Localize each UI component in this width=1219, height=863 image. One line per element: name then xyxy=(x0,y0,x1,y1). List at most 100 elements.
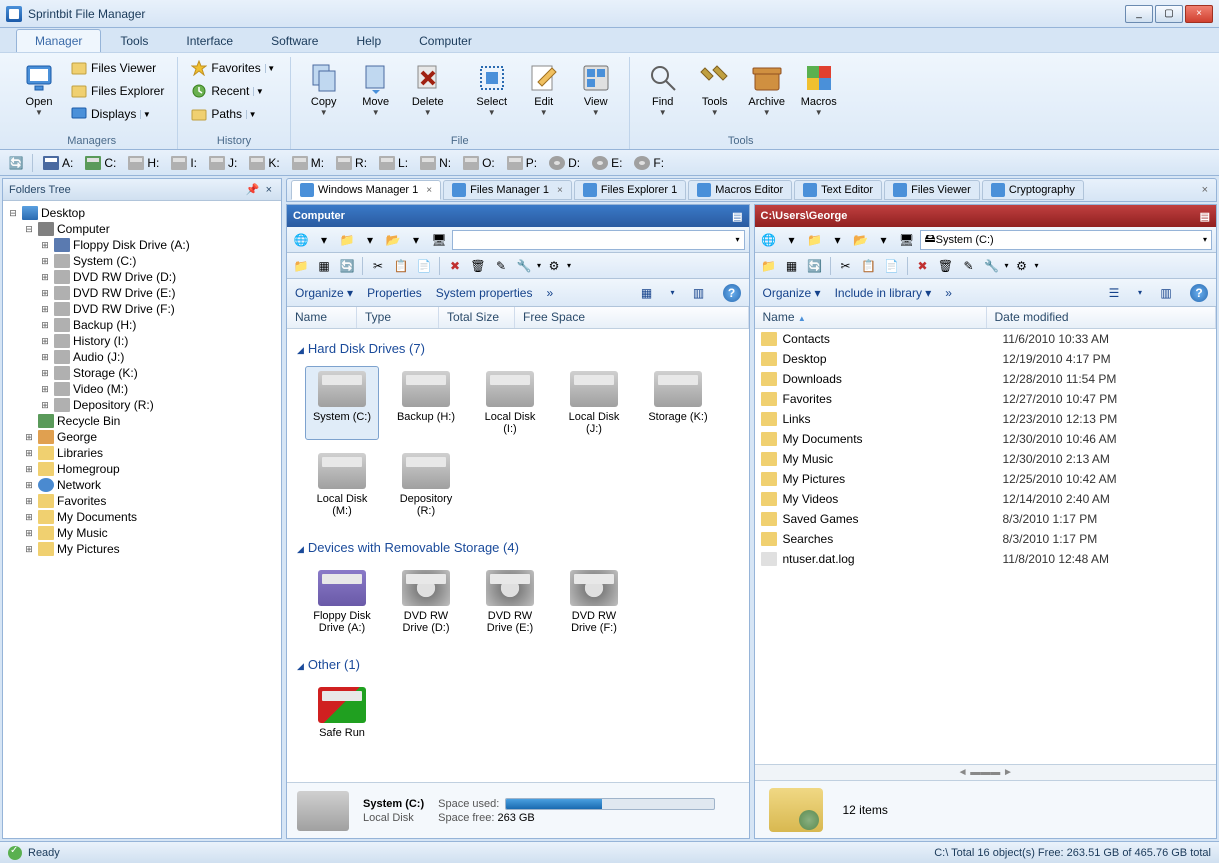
file-row[interactable]: My Music12/30/2010 2:13 AM xyxy=(755,449,1217,469)
dropdown-icon[interactable]: ▾ xyxy=(828,230,848,250)
recent-button[interactable]: Recent▼ xyxy=(186,80,281,102)
tree-node[interactable]: ⊞System (C:) xyxy=(5,253,279,269)
expand-icon[interactable]: ⊞ xyxy=(39,336,51,347)
drive-tile[interactable]: DVD RW Drive (F:) xyxy=(557,565,631,639)
view-button[interactable]: View▼ xyxy=(571,57,621,122)
tabs-close-all[interactable]: × xyxy=(1198,184,1212,196)
drive-D[interactable]: D: xyxy=(545,154,584,172)
edit-button[interactable]: Edit▼ xyxy=(519,57,569,122)
expand-icon[interactable]: ⊞ xyxy=(39,272,51,283)
tree-node[interactable]: ⊞My Music xyxy=(5,525,279,541)
file-row[interactable]: ntuser.dat.log11/8/2010 12:48 AM xyxy=(755,549,1217,569)
drive-E[interactable]: E: xyxy=(588,154,626,172)
drive-H[interactable]: H: xyxy=(124,154,163,172)
doc-tab[interactable]: Cryptography xyxy=(982,180,1084,200)
files-explorer-button[interactable]: Files Explorer xyxy=(66,80,169,102)
archive-button[interactable]: Archive▼ xyxy=(742,57,792,122)
drive-A[interactable]: A: xyxy=(39,154,77,172)
macros-button[interactable]: Macros▼ xyxy=(794,57,844,122)
section-header[interactable]: ◢Other (1) xyxy=(297,651,739,678)
expand-icon[interactable]: ⊞ xyxy=(23,528,35,539)
drive-tile[interactable]: Storage (K:) xyxy=(641,366,715,440)
organize-menu[interactable]: Organize ▾ xyxy=(763,286,821,300)
up-folder-icon[interactable]: 📂 xyxy=(383,230,403,250)
expand-icon[interactable]: ⊞ xyxy=(39,352,51,363)
drive-F[interactable]: F: xyxy=(630,154,668,172)
drive-O[interactable]: O: xyxy=(459,154,499,172)
col-free-space[interactable]: Free Space xyxy=(515,307,749,328)
col-name[interactable]: Name xyxy=(287,307,357,328)
favorites-button[interactable]: Favorites▼ xyxy=(186,57,281,79)
file-row[interactable]: Searches8/3/2010 1:17 PM xyxy=(755,529,1217,549)
tree-node[interactable]: ⊞DVD RW Drive (F:) xyxy=(5,301,279,317)
file-row[interactable]: Contacts11/6/2010 10:33 AM xyxy=(755,329,1217,349)
select-button[interactable]: Select▼ xyxy=(467,57,517,122)
browser-icon[interactable]: 🌐 xyxy=(759,230,779,250)
trash-icon[interactable]: 🗑 xyxy=(468,256,488,276)
computer-icon[interactable]: 🖥 xyxy=(429,230,449,250)
drive-R[interactable]: R: xyxy=(332,154,371,172)
section-header[interactable]: ◢Devices with Removable Storage (4) xyxy=(297,534,739,561)
tree-node[interactable]: ⊞Backup (H:) xyxy=(5,317,279,333)
tree-node[interactable]: ⊟Computer xyxy=(5,221,279,237)
doc-tab[interactable]: Text Editor xyxy=(794,180,882,200)
doc-tab[interactable]: Files Viewer xyxy=(884,180,980,200)
tree-node[interactable]: ⊞Network xyxy=(5,477,279,493)
cut-icon[interactable]: ✂ xyxy=(368,256,388,276)
refresh-icon[interactable]: 🔄 xyxy=(337,256,357,276)
include-library-menu[interactable]: Include in library ▾ xyxy=(835,286,932,300)
expand-icon[interactable]: ⊞ xyxy=(39,304,51,315)
view-toggle-icon[interactable]: ▦ xyxy=(636,283,656,303)
properties-menu[interactable]: Properties xyxy=(367,286,422,300)
doc-tab[interactable]: Windows Manager 1× xyxy=(291,180,441,200)
expand-icon[interactable]: ⊞ xyxy=(39,240,51,251)
view-toggle-icon[interactable]: ☰ xyxy=(1104,283,1124,303)
col-name[interactable]: Name ▲ xyxy=(755,307,987,328)
col-total-size[interactable]: Total Size xyxy=(439,307,515,328)
ribbon-tab-computer[interactable]: Computer xyxy=(400,29,491,52)
file-row[interactable]: Links12/23/2010 12:13 PM xyxy=(755,409,1217,429)
file-row[interactable]: My Pictures12/25/2010 10:42 AM xyxy=(755,469,1217,489)
tree-node[interactable]: ⊞Libraries xyxy=(5,445,279,461)
file-row[interactable]: Saved Games8/3/2010 1:17 PM xyxy=(755,509,1217,529)
dropdown-icon[interactable]: ▾ xyxy=(782,230,802,250)
ribbon-tab-software[interactable]: Software xyxy=(252,29,337,52)
properties-icon[interactable]: ▦ xyxy=(314,256,334,276)
file-row[interactable]: My Documents12/30/2010 10:46 AM xyxy=(755,429,1217,449)
drive-tile[interactable]: System (C:) xyxy=(305,366,379,440)
browser-icon[interactable]: 🌐 xyxy=(291,230,311,250)
more-menu[interactable]: » xyxy=(546,286,553,300)
expand-icon[interactable]: ⊞ xyxy=(39,256,51,267)
expand-icon[interactable]: ⊞ xyxy=(23,496,35,507)
file-row[interactable]: Desktop12/19/2010 4:17 PM xyxy=(755,349,1217,369)
drive-C[interactable]: C: xyxy=(81,154,120,172)
file-row[interactable]: My Videos12/14/2010 2:40 AM xyxy=(755,489,1217,509)
dropdown-icon[interactable]: ▾ xyxy=(314,230,334,250)
tree-node[interactable]: ⊞My Documents xyxy=(5,509,279,525)
organize-menu[interactable]: Organize ▾ xyxy=(295,286,353,300)
ribbon-tab-interface[interactable]: Interface xyxy=(167,29,252,52)
tree-node[interactable]: ⊞Storage (K:) xyxy=(5,365,279,381)
maximize-button[interactable]: ▢ xyxy=(1155,5,1183,23)
drive-I[interactable]: I: xyxy=(167,154,201,172)
tree-node[interactable]: ⊞My Pictures xyxy=(5,541,279,557)
delete-icon[interactable]: ✖ xyxy=(913,256,933,276)
address-combo[interactable]: 🖴 System (C:)▾ xyxy=(920,230,1213,250)
dropdown-icon[interactable]: ▾ xyxy=(360,230,380,250)
open-button[interactable]: Open ▼ xyxy=(14,57,64,122)
close-panel-icon[interactable]: × xyxy=(263,184,275,196)
col-type[interactable]: Type xyxy=(357,307,439,328)
move-button[interactable]: Move▼ xyxy=(351,57,401,122)
drive-tile[interactable]: DVD RW Drive (E:) xyxy=(473,565,547,639)
drivebar-refresh-icon[interactable]: 🔄 xyxy=(6,153,26,173)
nav-icon[interactable]: 📁 xyxy=(805,230,825,250)
copy-button[interactable]: Copy▼ xyxy=(299,57,349,122)
delete-icon[interactable]: ✖ xyxy=(445,256,465,276)
delete-button[interactable]: Delete▼ xyxy=(403,57,453,122)
expand-icon[interactable]: ⊞ xyxy=(23,464,35,475)
refresh-icon[interactable]: 🔄 xyxy=(805,256,825,276)
more-menu[interactable]: » xyxy=(945,286,952,300)
new-folder-icon[interactable]: 📁 xyxy=(291,256,311,276)
tree-node[interactable]: ⊞History (I:) xyxy=(5,333,279,349)
drive-P[interactable]: P: xyxy=(503,154,541,172)
